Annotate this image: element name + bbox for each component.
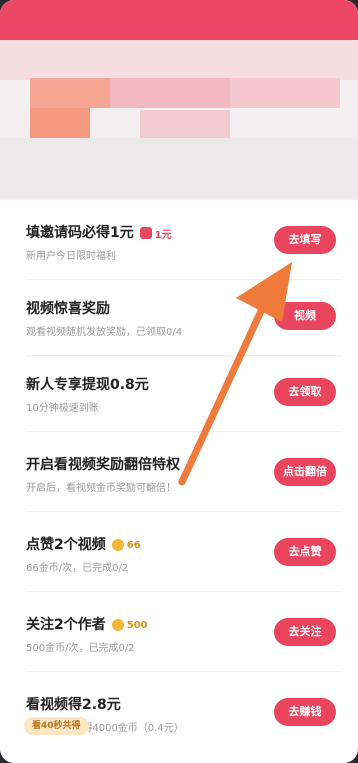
mosaic-block bbox=[230, 78, 340, 108]
red-packet-icon bbox=[139, 227, 152, 239]
task-title: 新人专享提现0.8元 bbox=[26, 377, 149, 393]
mosaic-block bbox=[0, 138, 358, 198]
header-band bbox=[0, 0, 358, 40]
coin-icon bbox=[111, 619, 124, 631]
task-subtitle: 66金币/次，已完成0/2 bbox=[26, 563, 129, 574]
task-title: 填邀请码必得1元 1元 bbox=[26, 225, 172, 241]
red-packet-badge: 1元 bbox=[139, 226, 172, 241]
task-title: 看视频得2.8元 bbox=[26, 697, 121, 713]
task-row-video-surprise: 视频惊喜奖励 观看视频随机发放奖励，已领取0/4 视频 bbox=[26, 280, 342, 356]
task-subtitle: 开启后，看视频金币奖励可翻倍！ bbox=[26, 483, 176, 494]
mosaic-block bbox=[30, 78, 110, 108]
fill-invite-button[interactable]: 去填写 bbox=[274, 226, 336, 254]
mosaic-block bbox=[30, 108, 90, 138]
task-list-card: 填邀请码必得1元 1元 新用户今日限时福利 去填写 视频惊喜奖励 观看视频随机发放… bbox=[8, 200, 350, 763]
claim-button[interactable]: 去领取 bbox=[274, 378, 336, 406]
double-reward-button[interactable]: 点击翻倍 bbox=[274, 458, 336, 486]
task-row-follow: 关注2个作者 500 500金币/次，已完成0/2 去关注 bbox=[26, 596, 342, 672]
task-subtitle: 观看视频随机发放奖励，已领取0/4 bbox=[26, 327, 183, 338]
follow-button[interactable]: 去关注 bbox=[274, 618, 336, 646]
task-subtitle: 10分钟极速到账 bbox=[26, 403, 99, 414]
task-title: 关注2个作者 500 bbox=[26, 617, 148, 633]
task-row-invite: 填邀请码必得1元 1元 新用户今日限时福利 去填写 bbox=[26, 204, 342, 280]
mosaic-block bbox=[140, 110, 230, 138]
like-button[interactable]: 去点赞 bbox=[274, 538, 336, 566]
task-subtitle: 新用户今日限时福利 bbox=[26, 251, 116, 262]
bonus-tag: 看40秒共得 bbox=[24, 717, 89, 735]
phone-screen: 填邀请码必得1元 1元 新用户今日限时福利 去填写 视频惊喜奖励 观看视频随机发放… bbox=[0, 0, 358, 763]
coin-badge: 66 bbox=[111, 539, 141, 551]
mosaic-block bbox=[0, 40, 358, 80]
coin-icon bbox=[111, 539, 124, 551]
task-subtitle: 500金币/次，已完成0/2 bbox=[26, 643, 135, 654]
watch-video-button[interactable]: 视频 bbox=[274, 302, 336, 330]
task-row-withdraw: 新人专享提现0.8元 10分钟极速到账 去领取 bbox=[26, 356, 342, 432]
task-title: 点赞2个视频 66 bbox=[26, 537, 141, 553]
task-row-like: 点赞2个视频 66 66金币/次，已完成0/2 去点赞 bbox=[26, 516, 342, 592]
task-row-earn: 看视频得2.8元 今天看6分钟得4000金币（0.4元） 去赚钱 bbox=[26, 676, 342, 752]
task-title: 视频惊喜奖励 bbox=[26, 301, 110, 317]
earn-button[interactable]: 去赚钱 bbox=[274, 698, 336, 726]
blurred-header bbox=[0, 0, 358, 200]
task-row-double-reward: 开启看视频奖励翻倍特权 开启后，看视频金币奖励可翻倍！ 点击翻倍 bbox=[26, 436, 342, 512]
task-title: 开启看视频奖励翻倍特权 bbox=[26, 457, 180, 473]
coin-badge: 500 bbox=[111, 619, 148, 631]
mosaic-block bbox=[110, 78, 230, 108]
